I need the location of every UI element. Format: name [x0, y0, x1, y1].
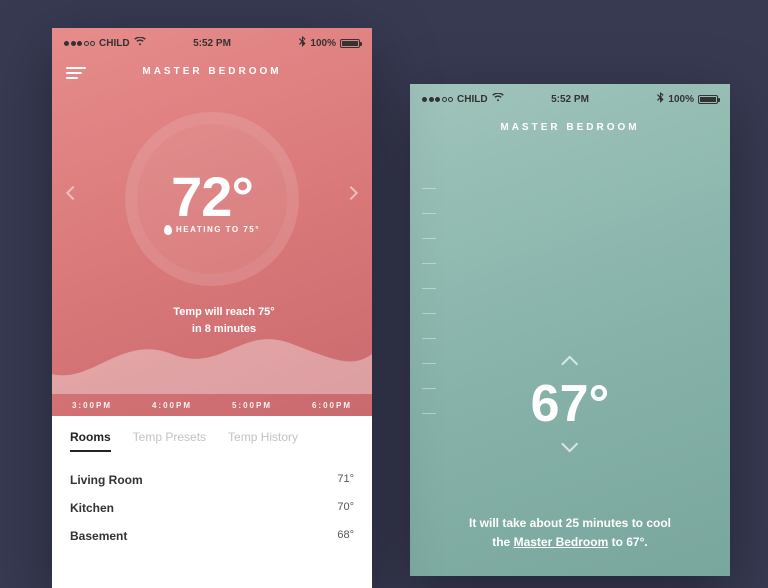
room-name: Basement — [70, 529, 127, 543]
timeline-tick: 4:00PM — [132, 401, 212, 410]
signal-dots-icon — [422, 97, 453, 102]
timeline-tick: 5:00PM — [212, 401, 292, 410]
battery-icon — [698, 95, 718, 104]
set-temperature-control: 67° — [531, 354, 610, 454]
timeline-tick: 6:00PM — [292, 401, 372, 410]
hero-cool: CHILD 5:52 PM 100% MASTER BEDROOM 67° — [410, 84, 730, 576]
wifi-icon — [492, 93, 504, 105]
next-room-button[interactable] — [344, 186, 358, 200]
room-name: Living Room — [70, 473, 143, 487]
tab-bar: Rooms Temp Presets Temp History — [70, 430, 354, 452]
temperature-wave-chart — [52, 314, 372, 394]
battery-percent: 100% — [310, 38, 336, 49]
room-title: MASTER BEDROOM — [64, 66, 360, 77]
bottom-panel: Rooms Temp Presets Temp History Living R… — [52, 416, 372, 550]
thermostat-main-screen: CHILD 5:52 PM 100% MASTER BEDROOM 72° — [52, 28, 372, 588]
signal-dots-icon — [64, 41, 95, 46]
tab-temp-history[interactable]: Temp History — [228, 430, 298, 452]
room-temp: 71° — [337, 473, 354, 487]
status-bar: CHILD 5:52 PM 100% — [422, 90, 718, 108]
room-row[interactable]: Kitchen 70° — [70, 494, 354, 522]
timeline-tick: 3:00PM — [52, 401, 132, 410]
target-temperature: 67° — [531, 374, 610, 434]
bluetooth-icon — [299, 36, 306, 50]
temperature-dial[interactable]: 72° HEATING TO 75° — [125, 112, 299, 286]
carrier-label: CHILD — [99, 38, 130, 49]
room-link[interactable]: Master Bedroom — [514, 535, 609, 549]
flame-icon — [164, 224, 173, 235]
hero-warm: CHILD 5:52 PM 100% MASTER BEDROOM 72° — [52, 28, 372, 416]
clock: 5:52 PM — [551, 94, 589, 105]
current-temperature: 72° — [171, 164, 253, 229]
room-temp: 68° — [337, 529, 354, 543]
tab-temp-presets[interactable]: Temp Presets — [133, 430, 206, 452]
room-title: MASTER BEDROOM — [422, 122, 718, 133]
status-bar: CHILD 5:52 PM 100% — [64, 34, 360, 52]
clock: 5:52 PM — [193, 38, 231, 49]
cooling-estimate: It will take about 25 minutes to cool th… — [410, 514, 730, 552]
tab-rooms[interactable]: Rooms — [70, 430, 111, 452]
decrease-temp-button[interactable] — [562, 436, 579, 453]
menu-button[interactable] — [66, 64, 86, 82]
prev-room-button[interactable] — [66, 186, 80, 200]
thermostat-set-screen: CHILD 5:52 PM 100% MASTER BEDROOM 67° — [410, 84, 730, 576]
temperature-ruler[interactable] — [422, 164, 436, 466]
room-name: Kitchen — [70, 501, 114, 515]
carrier-label: CHILD — [457, 94, 488, 105]
room-row[interactable]: Living Room 71° — [70, 466, 354, 494]
room-temp: 70° — [337, 501, 354, 515]
room-row[interactable]: Basement 68° — [70, 522, 354, 550]
heating-status: HEATING TO 75° — [164, 225, 260, 235]
battery-icon — [340, 39, 360, 48]
timeline-axis: 3:00PM 4:00PM 5:00PM 6:00PM — [52, 401, 372, 410]
battery-percent: 100% — [668, 94, 694, 105]
bluetooth-icon — [657, 92, 664, 106]
wifi-icon — [134, 37, 146, 49]
increase-temp-button[interactable] — [562, 356, 579, 373]
